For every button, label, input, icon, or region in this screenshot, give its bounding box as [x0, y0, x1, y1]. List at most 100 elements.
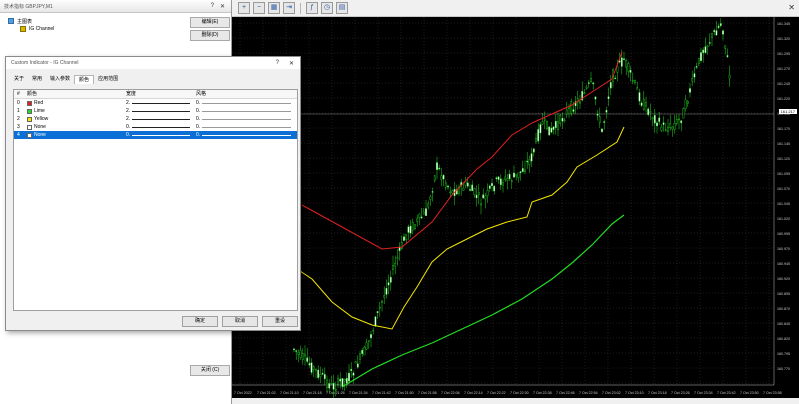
width-select[interactable]: 0. [126, 131, 196, 139]
row-index: 1 [17, 108, 20, 114]
zoom-out-icon[interactable]: − [253, 2, 265, 14]
candle-body [330, 383, 333, 385]
time-tick-label: 7 Oct 22:22 [487, 391, 506, 395]
candle-body [728, 74, 731, 79]
color-select[interactable]: None [27, 131, 126, 139]
candle-body [385, 288, 388, 295]
candle-body [488, 185, 491, 189]
candle-body [636, 87, 639, 90]
indicators-icon[interactable]: ƒ [306, 2, 318, 14]
periods-icon[interactable]: ◷ [321, 2, 333, 14]
candle-body [656, 122, 658, 127]
color-select[interactable]: Yellow [27, 115, 126, 123]
tab-about[interactable]: 关于 [10, 75, 28, 83]
tree-item-main-chart[interactable]: 主图表 [8, 17, 54, 25]
tree-item-ig-channel[interactable]: IG Channel [8, 25, 54, 33]
grid-icon[interactable]: ▦ [268, 2, 280, 14]
tab-colors[interactable]: 颜色 [74, 75, 95, 84]
help-icon[interactable]: ? [276, 60, 279, 67]
candle-body [706, 45, 709, 47]
width-select[interactable]: 0. [126, 123, 196, 131]
color-select[interactable]: None [27, 123, 126, 131]
color-select[interactable]: Lime [27, 107, 126, 115]
table-header: # 颜色 宽度 风格 [14, 90, 297, 99]
candle-body [607, 96, 610, 99]
width-select[interactable]: 2. [126, 107, 196, 115]
help-icon[interactable]: ? [211, 3, 214, 10]
ok-button[interactable]: 确定 [182, 316, 218, 327]
candle-body [651, 117, 654, 120]
close-icon[interactable]: ✕ [220, 3, 225, 10]
candle-body [625, 59, 628, 68]
tab-common[interactable]: 常用 [28, 75, 46, 83]
candle-body [671, 126, 674, 130]
style-line-preview [202, 110, 291, 112]
table-row[interactable]: 1 Lime 2. 0. [14, 107, 297, 115]
close-button[interactable]: 关闭 (C) [190, 365, 230, 376]
candle-body [719, 23, 722, 26]
width-line-preview [132, 102, 190, 104]
style-select[interactable]: 0. [196, 107, 297, 115]
candle-body [532, 148, 535, 153]
style-select[interactable]: 0. [196, 131, 297, 139]
edit-button[interactable]: 编辑(E) [190, 17, 230, 28]
candle-body [449, 191, 452, 194]
style-value: 0. [196, 108, 201, 114]
candle-body [513, 172, 515, 178]
price-tick-label: 160.895 [777, 292, 790, 296]
time-tick-label: 7 Oct 21:50 [395, 391, 414, 395]
candle-body [367, 340, 370, 342]
style-select[interactable]: 0. [196, 115, 297, 123]
colors-table: # 颜色 宽度 风格 0 Red 2. 0. 1 Lime 2. 0. 2 Yellow 2. 0. 3… [13, 89, 298, 311]
time-tick-label: 7 Oct 2022 [234, 391, 252, 395]
cancel-button[interactable]: 取消 [222, 316, 258, 327]
candle-body [471, 184, 474, 191]
candle-body [548, 126, 551, 136]
tab-visualization[interactable]: 应用范围 [94, 75, 122, 83]
price-tick-label: 161.145 [777, 142, 790, 146]
zoom-in-icon[interactable]: + [238, 2, 250, 14]
candle-body [524, 169, 526, 173]
close-chart-icon[interactable]: ✕ [788, 3, 795, 12]
candle-body [680, 120, 683, 124]
candle-body [365, 342, 368, 350]
candle-body [561, 117, 564, 122]
candle-body [495, 177, 498, 179]
candle-body [614, 77, 617, 80]
style-select[interactable]: 0. [196, 99, 297, 107]
candle-body [543, 118, 546, 121]
width-line-preview [132, 118, 190, 120]
tab-inputs[interactable]: 输入参数 [46, 75, 74, 83]
color-name: Yellow [34, 116, 49, 122]
reset-button[interactable]: 重设 [262, 316, 298, 327]
candle-body [682, 108, 685, 119]
table-row[interactable]: 3 None 0. 0. [14, 123, 297, 131]
price-tick-label: 161.345 [777, 22, 790, 26]
candle-body [554, 121, 557, 128]
price-tick-label: 161.120 [777, 157, 790, 161]
time-tick-label: 7 Oct 21:42 [372, 391, 391, 395]
candle-body [713, 30, 716, 33]
candle-body [502, 182, 504, 186]
time-tick-label: 7 Oct 23:50 [740, 391, 759, 395]
style-select[interactable]: 0. [196, 123, 297, 131]
candle-body [387, 282, 390, 286]
table-row[interactable]: 0 Red 2. 0. [14, 99, 297, 107]
close-icon[interactable]: ✕ [289, 60, 294, 67]
candle-body [334, 389, 337, 391]
candle-body [550, 127, 553, 133]
templates-icon[interactable]: ▤ [336, 2, 348, 14]
candle-body [563, 119, 566, 122]
price-chart[interactable]: 161.345 161.320 161.295 161.270 161.245 161.2… [232, 17, 799, 398]
candle-body [660, 126, 663, 131]
chart-shift-icon[interactable]: ⇥ [283, 2, 295, 14]
table-row[interactable]: 2 Yellow 2. 0. [14, 115, 297, 123]
width-select[interactable]: 2. [126, 99, 196, 107]
width-select[interactable]: 2. [126, 115, 196, 123]
table-row[interactable]: 4 None 0. 0. [14, 131, 297, 139]
candle-body [649, 111, 652, 113]
candle-body [317, 369, 320, 379]
style-line-preview [202, 126, 291, 128]
delete-button[interactable]: 删除(D) [190, 30, 230, 41]
color-select[interactable]: Red [27, 99, 126, 107]
